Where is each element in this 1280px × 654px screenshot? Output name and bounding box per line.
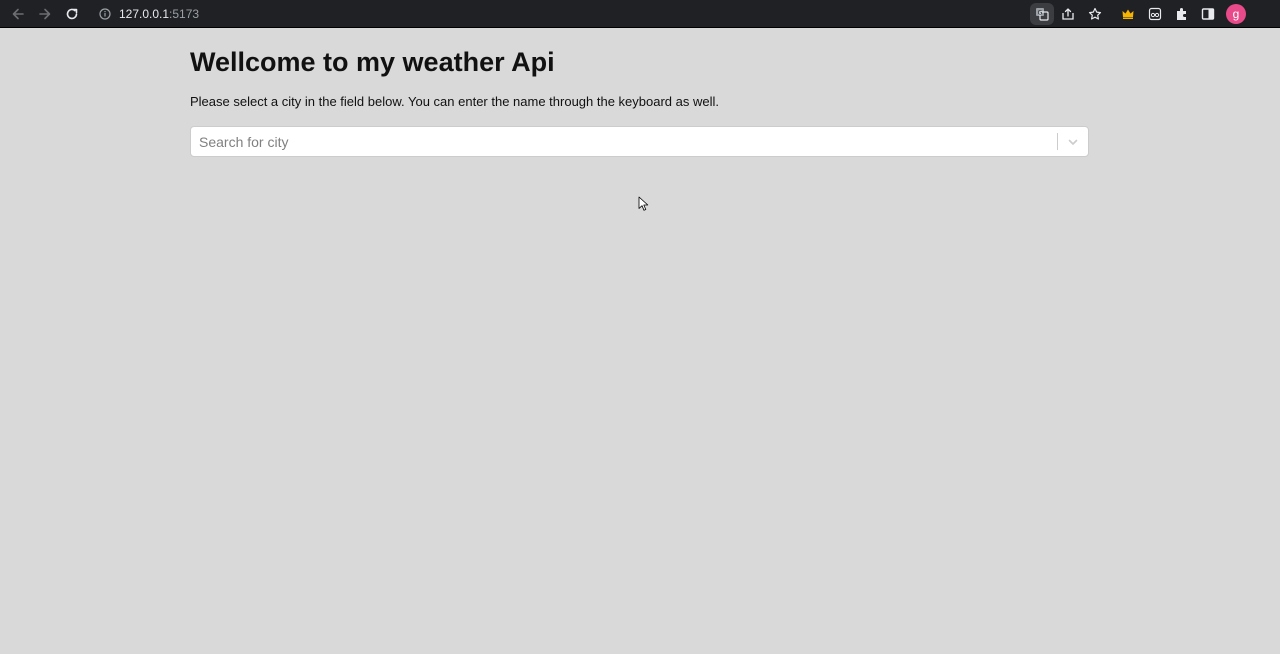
url-host: 127.0.0.1 <box>119 7 170 21</box>
info-icon[interactable] <box>98 7 112 21</box>
reload-icon <box>66 8 78 20</box>
chevron-down-icon <box>1068 139 1078 145</box>
share-icon <box>1062 8 1074 20</box>
back-button[interactable] <box>8 4 28 24</box>
arrow-left-icon <box>12 8 24 20</box>
incognito-extension-button[interactable] <box>1145 4 1165 24</box>
arrow-right-icon <box>39 8 51 20</box>
dropdown-indicator[interactable] <box>1058 127 1088 156</box>
forward-button[interactable] <box>35 4 55 24</box>
page-content: Wellcome to my weather Api Please select… <box>190 28 1089 157</box>
side-panel-icon <box>1201 8 1215 20</box>
share-button[interactable] <box>1058 4 1078 24</box>
crown-extension-button[interactable] <box>1118 4 1138 24</box>
glasses-icon <box>1148 7 1162 21</box>
crown-icon <box>1122 9 1134 19</box>
star-icon <box>1088 7 1102 20</box>
bookmark-button[interactable] <box>1085 4 1105 24</box>
puzzle-icon <box>1177 8 1186 20</box>
side-panel-button[interactable] <box>1198 4 1218 24</box>
page-title: Wellcome to my weather Api <box>190 47 555 77</box>
city-select[interactable] <box>190 126 1089 157</box>
city-search-input[interactable] <box>191 127 1057 156</box>
browser-toolbar: 127.0.0.1:5173 G g <box>0 0 1280 28</box>
profile-avatar[interactable]: g <box>1226 4 1246 24</box>
url-port: :5173 <box>169 7 200 21</box>
extensions-button[interactable] <box>1172 4 1192 24</box>
mouse-cursor-icon <box>638 196 649 211</box>
translate-button[interactable]: G <box>1030 3 1054 25</box>
page-description: Please select a city in the field below.… <box>190 94 720 109</box>
svg-text:G: G <box>1038 10 1043 17</box>
address-bar[interactable]: 127.0.0.1:5173 <box>92 3 1110 25</box>
translate-icon: G <box>1036 8 1049 21</box>
reload-button[interactable] <box>62 4 82 24</box>
url-text: 127.0.0.1:5173 <box>119 7 199 21</box>
